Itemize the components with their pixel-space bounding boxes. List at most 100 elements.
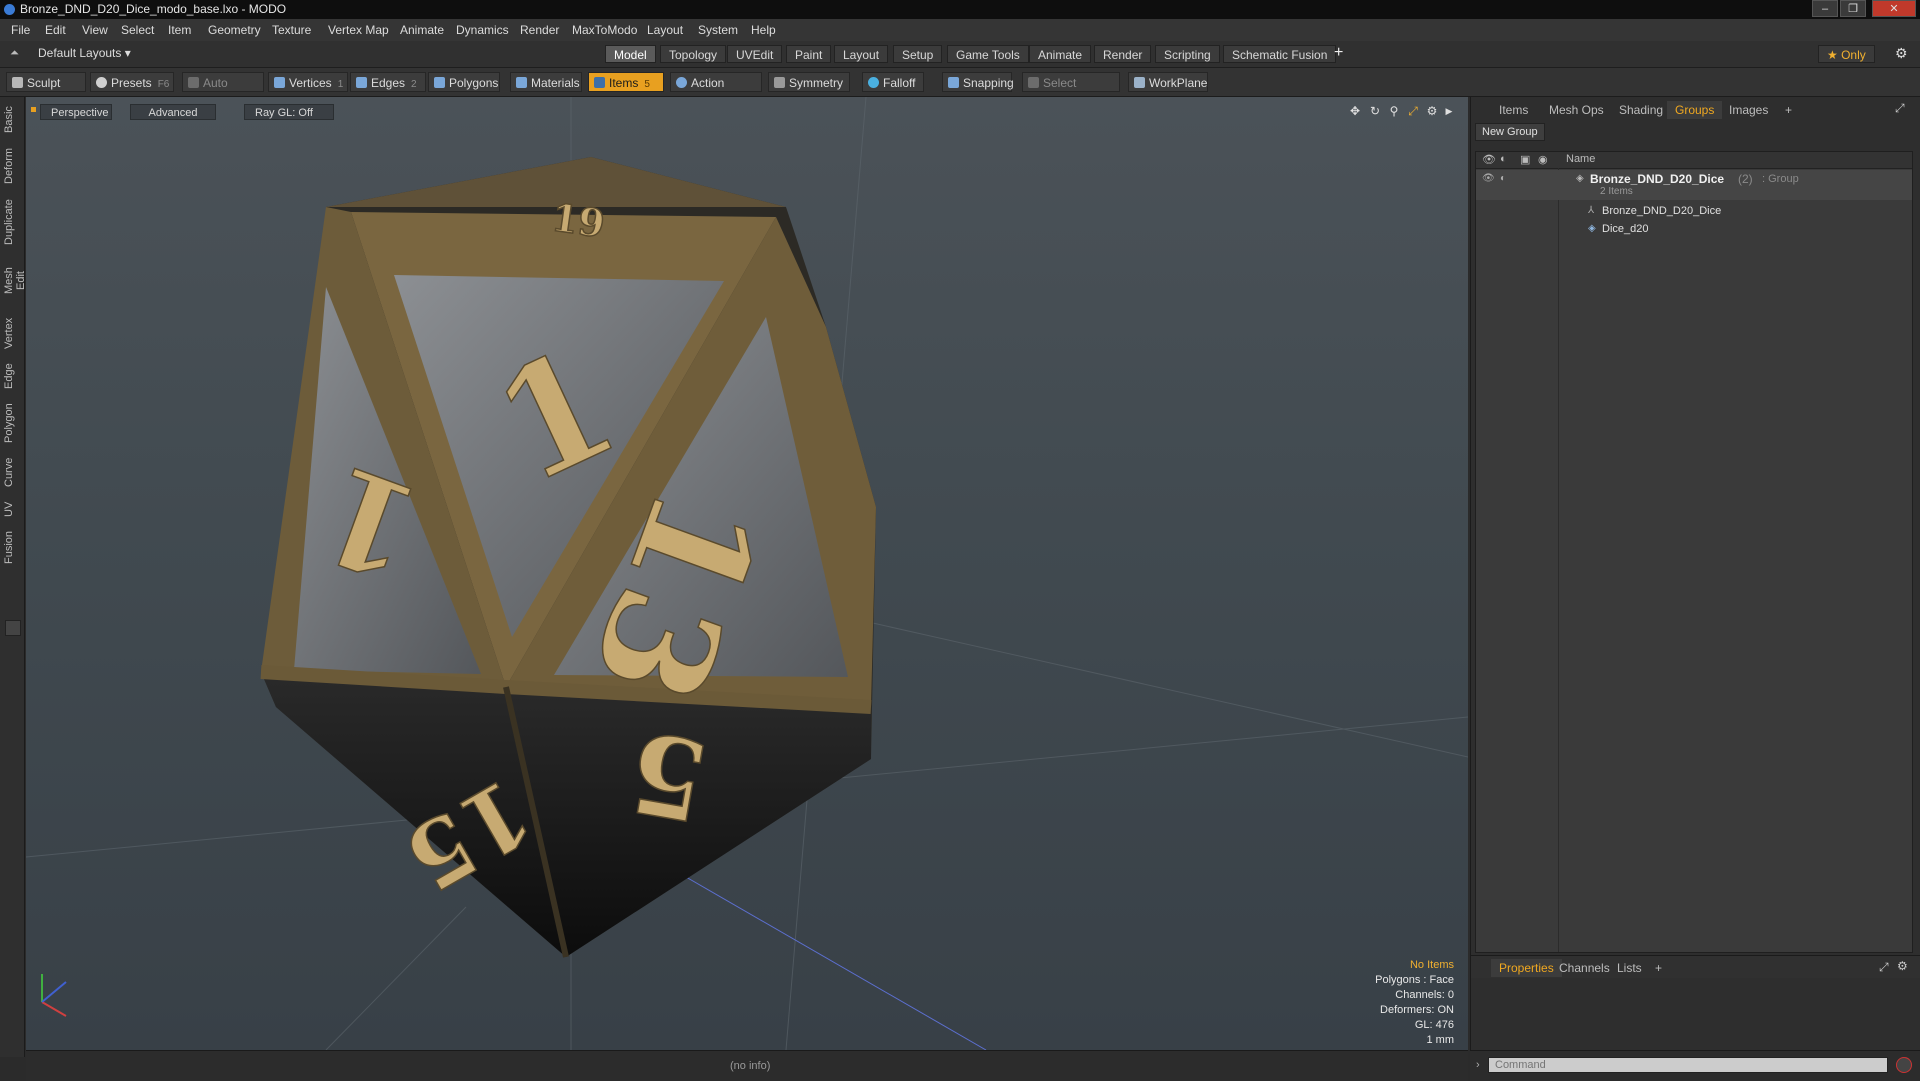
status-bar: (no info) — [26, 1050, 1468, 1081]
action-center-button[interactable]: Action Center — [670, 72, 762, 110]
tab-paint[interactable]: Paint — [786, 45, 832, 63]
tree-row-child[interactable]: ◈ Dice_d20 — [1476, 220, 1912, 238]
menu-layout[interactable]: Layout — [647, 23, 683, 37]
menu-maxtomodo[interactable]: MaxToModo — [572, 23, 637, 37]
tab-mesh-ops[interactable]: Mesh Ops — [1541, 101, 1612, 119]
tab-model[interactable]: Model — [605, 45, 656, 63]
viewport-settings-icon[interactable]: ⚙ — [1425, 104, 1439, 118]
render-column-icon[interactable]: ◐ — [1500, 153, 1507, 165]
properties-settings-icon[interactable]: ⚙ — [1897, 959, 1908, 973]
tree-row-child[interactable]: ⅄ Bronze_DND_D20_Dice — [1476, 202, 1912, 220]
expand-panel-icon[interactable]: ⤢ — [1895, 101, 1905, 116]
falloff-button[interactable]: Falloff — [862, 72, 924, 92]
add-panel-tab-button[interactable]: + — [1777, 101, 1800, 119]
render-toggle-icon[interactable]: ◐ — [1500, 170, 1506, 188]
menu-system[interactable]: System — [698, 23, 738, 37]
viewport-options-arrow-icon[interactable]: ▶ — [1442, 104, 1456, 118]
items-button[interactable]: Items 5 — [588, 72, 664, 92]
vtab-basic[interactable]: Basic — [3, 105, 21, 135]
shading-dropdown[interactable]: Advanced — [130, 104, 216, 120]
record-macro-button[interactable] — [1896, 1057, 1912, 1073]
menu-item[interactable]: Item — [168, 23, 191, 37]
menu-help[interactable]: Help — [751, 23, 776, 37]
vtab-edge[interactable]: Edge — [3, 361, 21, 391]
tab-shading[interactable]: Shading — [1611, 101, 1671, 119]
workplane-button[interactable]: WorkPlane — [1128, 72, 1208, 92]
menu-vertex-map[interactable]: Vertex Map — [328, 23, 389, 37]
minimize-button[interactable]: ‒ — [1812, 0, 1838, 17]
tab-render[interactable]: Render — [1094, 45, 1152, 63]
only-toggle[interactable]: ★ Only — [1818, 45, 1875, 63]
symmetry-button[interactable]: Symmetry — [768, 72, 850, 92]
menu-dynamics[interactable]: Dynamics — [456, 23, 509, 37]
tab-schematic-fusion[interactable]: Schematic Fusion — [1223, 45, 1337, 63]
add-tab-button[interactable]: + — [1334, 44, 1343, 62]
tab-topology[interactable]: Topology — [660, 45, 727, 63]
raygl-toggle[interactable]: Ray GL: Off — [244, 104, 334, 120]
menu-animate[interactable]: Animate — [400, 23, 444, 37]
menu-edit[interactable]: Edit — [45, 23, 66, 37]
group-icon: ◈ — [1576, 173, 1584, 184]
tab-channels[interactable]: Channels — [1551, 959, 1618, 977]
edges-button[interactable]: Edges 2 — [350, 72, 426, 92]
menu-geometry[interactable]: Geometry — [208, 23, 261, 37]
command-input[interactable] — [1488, 1057, 1888, 1073]
add-properties-tab-button[interactable]: + — [1647, 959, 1670, 977]
tab-setup[interactable]: Setup — [893, 45, 943, 63]
strip-toggle-button[interactable] — [5, 620, 21, 636]
auto-select-button[interactable]: Auto Select — [182, 72, 264, 110]
expand-properties-icon[interactable]: ⤢ — [1879, 960, 1889, 975]
visibility-eye-icon[interactable]: 👁 — [1482, 170, 1495, 188]
tab-images[interactable]: Images — [1721, 101, 1776, 119]
snapping-button[interactable]: Snapping — [942, 72, 1014, 92]
vtab-vertex[interactable]: Vertex — [3, 315, 21, 351]
vtab-curve[interactable]: Curve — [3, 455, 21, 489]
select-through-button[interactable]: Select Through — [1022, 72, 1120, 110]
tab-animate[interactable]: Animate — [1029, 45, 1092, 63]
vtab-deform[interactable]: Deform — [3, 145, 21, 187]
maximize-view-icon[interactable]: ⤢ — [1406, 104, 1420, 118]
name-column-header[interactable]: Name — [1566, 153, 1595, 165]
viewport-menu-dot[interactable] — [31, 107, 36, 112]
items-icon — [594, 77, 605, 88]
presets-button[interactable]: Presets F6 — [90, 72, 174, 92]
sculpt-button[interactable]: Sculpt — [6, 72, 86, 92]
menu-file[interactable]: File — [11, 23, 30, 37]
maximize-button[interactable]: ❐ — [1840, 0, 1866, 17]
tab-uvedit[interactable]: UVEdit — [727, 45, 783, 63]
vtab-duplicate[interactable]: Duplicate — [3, 197, 21, 247]
polygons-button[interactable]: Polygons — [428, 72, 500, 92]
gear-icon[interactable]: ⚙ — [1895, 45, 1908, 62]
rotate-icon[interactable]: ↻ — [1368, 104, 1382, 118]
pan-icon[interactable]: ✥ — [1348, 104, 1362, 118]
select-column-icon[interactable]: ◉ — [1538, 153, 1548, 166]
materials-button[interactable]: Materials — [510, 72, 582, 92]
zoom-icon[interactable]: ⚲ — [1387, 104, 1401, 118]
default-layouts-dropdown[interactable]: Default Layouts ▾ — [38, 46, 131, 60]
tab-groups[interactable]: Groups — [1667, 101, 1723, 119]
menu-select[interactable]: Select — [121, 23, 154, 37]
hud-polygons: Polygons : Face — [1375, 974, 1454, 986]
tab-items[interactable]: Items — [1491, 101, 1536, 119]
menu-render[interactable]: Render — [520, 23, 559, 37]
new-group-button[interactable]: New Group — [1475, 123, 1545, 141]
lock-column-icon[interactable]: ▣ — [1520, 153, 1530, 166]
perspective-dropdown[interactable]: Perspective — [40, 104, 112, 120]
menu-texture[interactable]: Texture — [272, 23, 311, 37]
tab-lists[interactable]: Lists — [1609, 959, 1650, 977]
tab-layout[interactable]: Layout — [834, 45, 889, 63]
layout-arrow-icon[interactable]: ⏶ — [10, 47, 19, 60]
menu-view[interactable]: View — [82, 23, 108, 37]
snapping-icon — [948, 77, 959, 88]
tab-scripting[interactable]: Scripting — [1155, 45, 1220, 63]
vtab-polygon[interactable]: Polygon — [3, 401, 21, 445]
vtab-fusion[interactable]: Fusion — [3, 529, 21, 565]
tree-row-group[interactable]: 👁 ◐ ◈ Bronze_DND_D20_Dice (2) : Group 2 … — [1476, 170, 1912, 200]
vtab-mesh-edit[interactable]: Mesh Edit — [3, 257, 27, 305]
visibility-column-icon[interactable]: 👁 — [1482, 153, 1496, 166]
tab-game-tools[interactable]: Game Tools — [947, 45, 1029, 63]
close-button[interactable]: ✕ — [1872, 0, 1916, 17]
vertices-button[interactable]: Vertices 1 — [268, 72, 348, 92]
3d-viewport[interactable]: 19 1 13 1 15 5 Perspective Advanced Ray … — [26, 97, 1468, 1050]
vtab-uv[interactable]: UV — [3, 499, 21, 519]
